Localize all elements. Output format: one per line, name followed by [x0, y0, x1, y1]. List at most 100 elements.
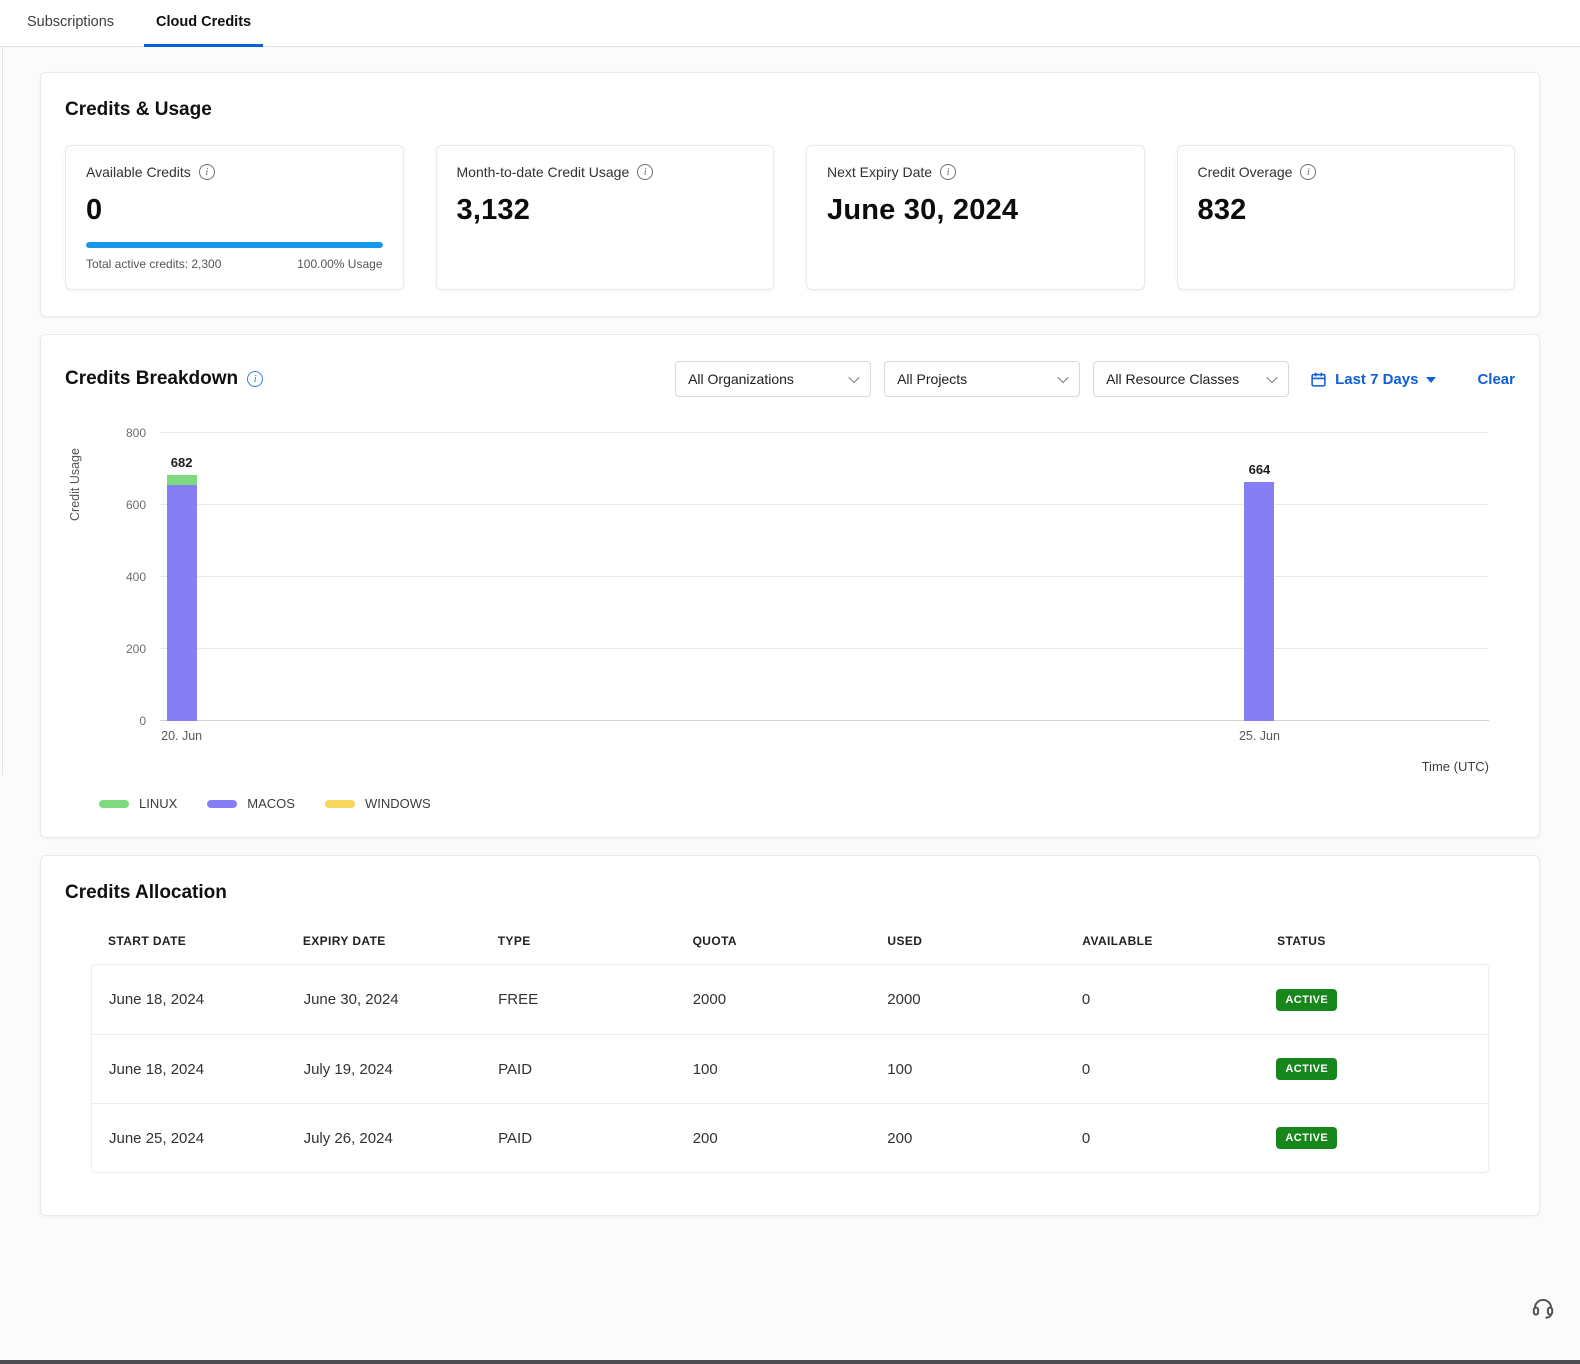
table-cell-used: 200 — [887, 1130, 1082, 1147]
table-cell-quota: 200 — [693, 1130, 888, 1147]
table-row: June 25, 2024July 26, 2024PAID2002000ACT… — [92, 1103, 1488, 1172]
projects-filter-select[interactable]: All Projects — [884, 361, 1080, 397]
table-cell-expiry: July 26, 2024 — [304, 1130, 499, 1147]
date-range-filter[interactable]: Last 7 Days — [1310, 371, 1436, 388]
table-cell-used: 100 — [887, 1061, 1082, 1078]
organizations-filter-select[interactable]: All Organizations — [675, 361, 871, 397]
chevron-down-icon — [1266, 372, 1277, 383]
chart-bar[interactable]: 664 — [1244, 433, 1274, 721]
credit-overage-value: 832 — [1198, 194, 1495, 227]
sidebar-edge-divider — [2, 47, 3, 775]
legend-label: WINDOWS — [365, 796, 431, 811]
table-column-header: QUOTA — [693, 934, 888, 948]
table-cell-expiry: July 19, 2024 — [304, 1061, 499, 1078]
tab-cloud-credits[interactable]: Cloud Credits — [144, 0, 263, 47]
chart-gridline — [160, 504, 1489, 505]
chart-bar-segment-macos — [167, 485, 197, 721]
table-cell-available: 0 — [1082, 1061, 1277, 1078]
chart-gridline — [160, 576, 1489, 577]
legend-label: MACOS — [247, 796, 295, 811]
available-credits-value: 0 — [86, 194, 383, 227]
projects-filter-value: All Projects — [897, 371, 967, 387]
table-row: June 18, 2024July 19, 2024PAID1001000ACT… — [92, 1034, 1488, 1103]
caret-down-icon — [1426, 377, 1436, 383]
info-icon[interactable] — [940, 164, 956, 180]
credit-overage-stat: Credit Overage 832 — [1177, 145, 1516, 290]
chart-gridline — [160, 720, 1489, 721]
mtd-usage-label: Month-to-date Credit Usage — [457, 164, 630, 180]
table-cell-status: ACTIVE — [1276, 989, 1471, 1011]
status-badge: ACTIVE — [1276, 989, 1337, 1011]
allocation-table-header: START DATEEXPIRY DATETYPEQUOTAUSEDAVAILA… — [91, 934, 1489, 964]
support-button[interactable] — [1528, 1292, 1558, 1322]
chart-bar-segment-macos — [1244, 482, 1274, 721]
legend-swatch — [207, 800, 237, 808]
credits-allocation-title: Credits Allocation — [65, 882, 1515, 904]
info-icon[interactable] — [199, 164, 215, 180]
legend-swatch — [99, 800, 129, 808]
table-cell-start: June 18, 2024 — [109, 991, 304, 1008]
resource-classes-filter-select[interactable]: All Resource Classes — [1093, 361, 1289, 397]
stat-grid: Available Credits 0 Total active credits… — [65, 145, 1515, 290]
chart-x-axis-label: Time (UTC) — [160, 759, 1489, 774]
chart-bar-segment-linux — [167, 475, 197, 485]
table-column-header: USED — [887, 934, 1082, 948]
table-column-header: START DATE — [108, 934, 303, 948]
allocation-table-body: June 18, 2024June 30, 2024FREE200020000A… — [91, 964, 1489, 1173]
legend-item-macos[interactable]: MACOS — [207, 796, 295, 811]
table-cell-type: FREE — [498, 991, 693, 1008]
available-credits-stat: Available Credits 0 Total active credits… — [65, 145, 404, 290]
table-cell-available: 0 — [1082, 1130, 1277, 1147]
info-icon[interactable] — [637, 164, 653, 180]
credits-breakdown-title: Credits Breakdown — [65, 368, 238, 390]
chart-plot: Credit Usage 0200400600800682664 — [160, 433, 1489, 721]
cloud-credits-page: Credits & Usage Available Credits 0 Tota… — [0, 47, 1580, 1216]
chart-y-axis-label: Credit Usage — [68, 448, 82, 521]
chart-bar-value-label: 664 — [1249, 462, 1271, 477]
credits-usage-card: Credits & Usage Available Credits 0 Tota… — [40, 72, 1540, 317]
table-cell-available: 0 — [1082, 991, 1277, 1008]
info-icon[interactable] — [1300, 164, 1316, 180]
chevron-down-icon — [1057, 372, 1068, 383]
chart-bar-value-label: 682 — [171, 455, 193, 470]
chart-xaxis: 20. Jun25. Jun — [160, 729, 1489, 745]
legend-item-windows[interactable]: WINDOWS — [325, 796, 431, 811]
allocation-table: START DATEEXPIRY DATETYPEQUOTAUSEDAVAILA… — [91, 934, 1489, 1173]
credit-overage-label: Credit Overage — [1198, 164, 1293, 180]
legend-item-linux[interactable]: LINUX — [99, 796, 177, 811]
clear-filters-button[interactable]: Clear — [1477, 371, 1515, 388]
table-cell-used: 2000 — [887, 991, 1082, 1008]
credits-breakdown-card: Credits Breakdown All Organizations All … — [40, 334, 1540, 838]
chart-bar[interactable]: 682 — [167, 433, 197, 721]
bottom-edge — [0, 1360, 1580, 1364]
chart-ytick-label: 600 — [126, 498, 146, 512]
status-badge: ACTIVE — [1276, 1127, 1337, 1149]
table-column-header: STATUS — [1277, 934, 1472, 948]
chart-xtick-label: 20. Jun — [161, 729, 202, 743]
legend-swatch — [325, 800, 355, 808]
organizations-filter-value: All Organizations — [688, 371, 794, 387]
table-cell-expiry: June 30, 2024 — [304, 991, 499, 1008]
support-headset-icon — [1530, 1294, 1556, 1320]
table-cell-quota: 2000 — [693, 991, 888, 1008]
mtd-usage-stat: Month-to-date Credit Usage 3,132 — [436, 145, 775, 290]
info-icon[interactable] — [247, 371, 263, 387]
legend-label: LINUX — [139, 796, 177, 811]
chart-ytick-label: 400 — [126, 570, 146, 584]
table-cell-type: PAID — [498, 1130, 693, 1147]
table-row: June 18, 2024June 30, 2024FREE200020000A… — [92, 965, 1488, 1034]
status-badge: ACTIVE — [1276, 1058, 1337, 1080]
table-cell-start: June 18, 2024 — [109, 1061, 304, 1078]
chart-ytick-label: 800 — [126, 426, 146, 440]
next-expiry-value: June 30, 2024 — [827, 194, 1124, 227]
chevron-down-icon — [848, 372, 859, 383]
credits-progress-fill — [86, 242, 383, 248]
tab-subscriptions[interactable]: Subscriptions — [23, 0, 118, 47]
chart-gridline — [160, 648, 1489, 649]
credit-usage-chart: Credit Usage 0200400600800682664 20. Jun… — [65, 433, 1515, 811]
table-cell-start: June 25, 2024 — [109, 1130, 304, 1147]
table-cell-type: PAID — [498, 1061, 693, 1078]
chart-ytick-label: 0 — [139, 714, 146, 728]
resource-classes-filter-value: All Resource Classes — [1106, 371, 1239, 387]
date-range-value: Last 7 Days — [1335, 371, 1418, 388]
